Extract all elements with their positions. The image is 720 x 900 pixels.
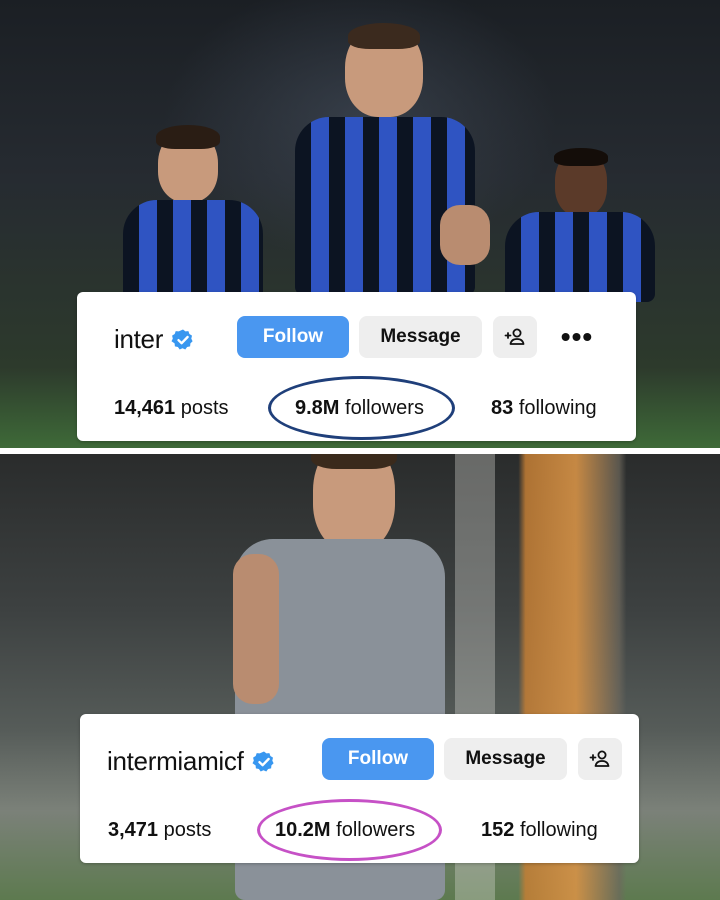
player-right-photo xyxy=(500,148,670,302)
intermiami-photo-panel: intermiamicf Follow Message 3,471 posts … xyxy=(0,454,720,900)
posts-count: 3,471 xyxy=(108,819,159,841)
verified-badge-icon xyxy=(171,329,193,349)
following-stat[interactable]: 83 following xyxy=(491,397,597,420)
username-row: inter xyxy=(114,324,195,355)
message-button[interactable]: Message xyxy=(359,316,482,358)
following-count: 152 xyxy=(481,819,515,841)
posts-label: posts xyxy=(180,397,229,419)
add-person-icon xyxy=(589,750,610,767)
followers-label: followers xyxy=(336,819,416,841)
add-person-button[interactable] xyxy=(578,738,622,780)
following-label: following xyxy=(519,819,598,841)
username: inter xyxy=(114,324,164,354)
message-button[interactable]: Message xyxy=(444,738,567,780)
posts-stat[interactable]: 3,471 posts xyxy=(108,819,211,842)
following-stat[interactable]: 152 following xyxy=(481,819,598,842)
posts-stat[interactable]: 14,461 posts xyxy=(114,397,229,420)
followers-label: followers xyxy=(345,397,424,419)
inter-photo-panel: inter Follow Message ••• 14,461 posts 9.… xyxy=(0,0,720,448)
add-person-button[interactable] xyxy=(493,316,537,358)
followers-stat[interactable]: 9.8M followers xyxy=(295,397,424,420)
follow-button[interactable]: Follow xyxy=(237,316,349,358)
more-options-icon[interactable]: ••• xyxy=(557,316,597,358)
username-row: intermiamicf xyxy=(107,746,276,777)
player-left-photo xyxy=(118,125,268,300)
posts-count: 14,461 xyxy=(114,397,176,419)
add-person-icon xyxy=(504,328,525,345)
followers-stat[interactable]: 10.2M followers xyxy=(275,819,415,842)
verified-badge-icon xyxy=(252,751,274,771)
following-count: 83 xyxy=(491,397,514,419)
profile-card-inter: inter Follow Message ••• 14,461 posts 9.… xyxy=(77,292,636,441)
following-label: following xyxy=(518,397,597,419)
player-center-photo xyxy=(270,23,500,295)
posts-label: posts xyxy=(163,819,212,841)
follow-button[interactable]: Follow xyxy=(322,738,434,780)
profile-card-intermiamicf: intermiamicf Follow Message 3,471 posts … xyxy=(80,714,639,863)
username: intermiamicf xyxy=(107,746,244,776)
followers-count: 9.8M xyxy=(295,397,340,419)
followers-count: 10.2M xyxy=(275,819,331,841)
